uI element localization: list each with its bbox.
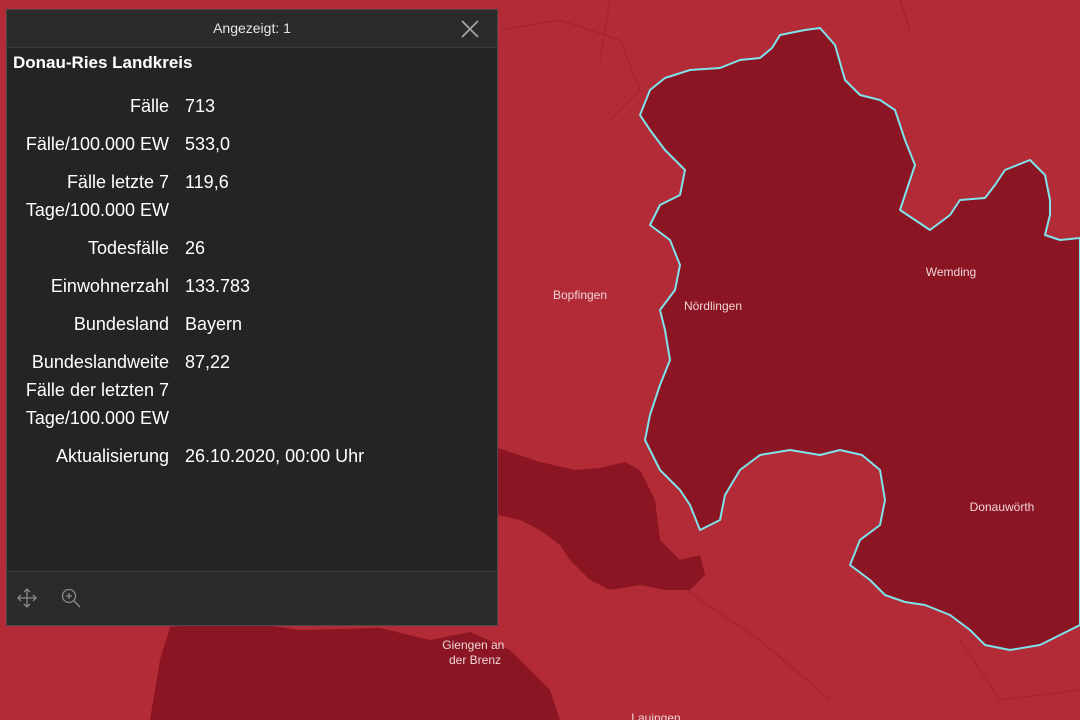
attribute-value: 26 [185, 238, 206, 258]
attribute-label: Bundesland [73, 314, 169, 334]
attribute-label: Fälle letzte 7 Tage/100.000 EW [25, 172, 169, 220]
place-label-giengen: Giengen an der Brenz [442, 638, 507, 667]
popup-feature-count: Angezeigt: 1 [213, 20, 291, 36]
place-label-wemding: Wemding [926, 265, 976, 279]
place-label-noerdlingen: Nördlingen [684, 299, 742, 313]
attribute-row: Einwohnerzahl 133.783 [7, 272, 499, 310]
zoom-to-icon[interactable] [59, 586, 83, 610]
attribute-value: 713 [185, 96, 216, 116]
close-icon[interactable] [459, 18, 481, 40]
attribute-value: Bayern [185, 314, 243, 334]
attribute-row: Todesfälle 26 [7, 234, 499, 272]
attribute-value: 87,22 [185, 352, 231, 372]
attribute-row: Fälle/100.000 EW 533,0 [7, 130, 499, 168]
place-label-lauingen: Lauingen [631, 711, 680, 720]
feature-popup: Angezeigt: 1 Donau-Ries Landkreis Fälle 7… [6, 9, 498, 626]
attribute-label: Fälle/100.000 EW [25, 134, 169, 154]
attribute-table: Fälle 713 Fälle/100.000 EW 533,0 Fälle letzt… [7, 92, 499, 480]
attribute-label: Einwohnerzahl [50, 276, 169, 296]
attribute-row: Aktualisierung 26.10.2020, 00:00 Uhr [7, 442, 499, 480]
attribute-label: Aktualisierung [55, 446, 169, 466]
place-label-donauwoerth: Donauwörth [970, 500, 1035, 514]
attribute-value: 119,6 [185, 172, 229, 192]
attribute-label: Todesfälle [87, 238, 169, 258]
feature-title: Donau-Ries Landkreis [13, 53, 193, 72]
attribute-row: Fälle letzte 7 Tage/100.000 EW 119,6 [7, 168, 499, 234]
attribute-row: Bundeslandweite Fälle der letzten 7 Tage… [7, 348, 499, 442]
attribute-row: Fälle 713 [7, 92, 499, 130]
popup-footer [7, 571, 497, 625]
attribute-value: 533,0 [185, 134, 231, 154]
attribute-label: Fälle [129, 96, 169, 116]
attribute-row: Bundesland Bayern [7, 310, 499, 348]
popup-header: Angezeigt: 1 [7, 10, 497, 48]
place-label-bopfingen: Bopfingen [553, 288, 607, 302]
attribute-value: 133.783 [185, 276, 251, 296]
pan-icon[interactable] [15, 586, 39, 610]
attribute-value: 26.10.2020, 00:00 Uhr [185, 446, 365, 466]
attribute-label: Bundeslandweite Fälle der letzten 7 Tage… [25, 352, 169, 428]
